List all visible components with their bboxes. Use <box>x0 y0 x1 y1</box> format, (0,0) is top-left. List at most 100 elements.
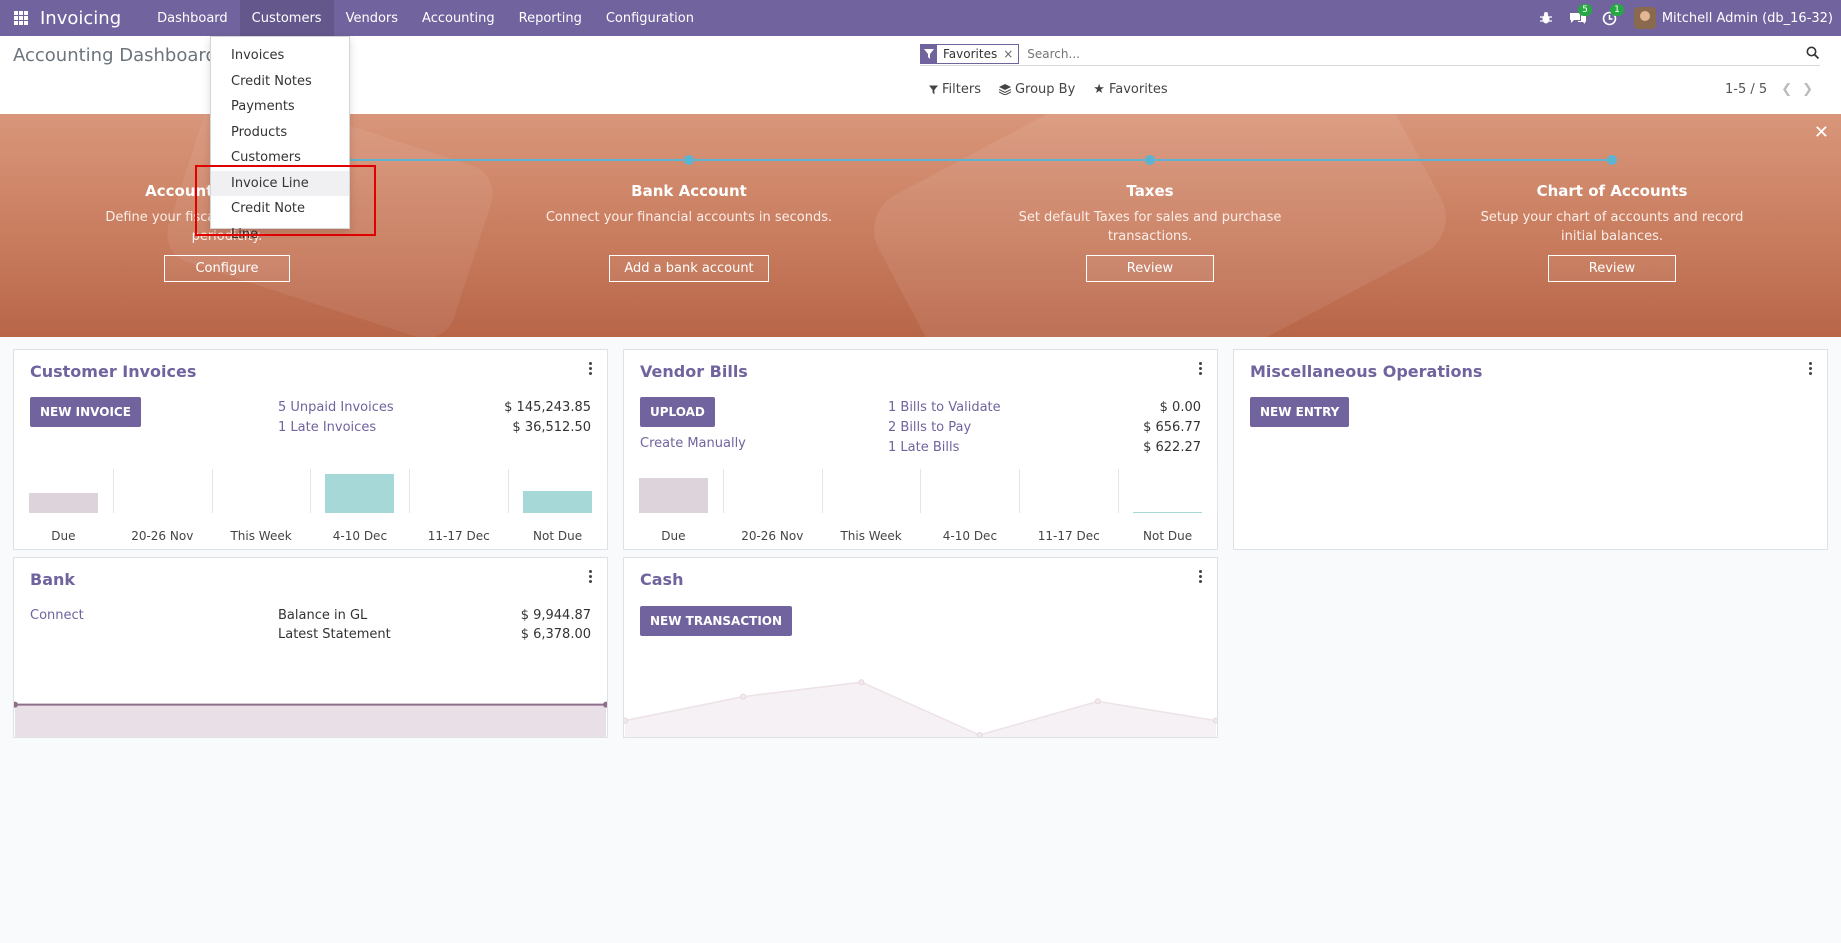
stat-link[interactable]: 5 Unpaid Invoices <box>278 400 394 415</box>
misc-operations-card: Miscellaneous Operations NEW ENTRY <box>1233 349 1828 550</box>
stat-link[interactable]: 1 Late Bills <box>888 440 959 455</box>
highlight-box <box>195 165 376 236</box>
review-taxes-button[interactable]: Review <box>1085 255 1215 282</box>
chart-tick-label: 11-17 Dec <box>1037 529 1100 543</box>
menu-vendors[interactable]: Vendors <box>334 0 410 36</box>
chart-point[interactable] <box>1094 698 1101 705</box>
search-input[interactable] <box>1025 46 1730 62</box>
group-by-button[interactable]: Group By <box>998 82 1075 97</box>
chart-point[interactable] <box>603 701 608 708</box>
chart-bar[interactable] <box>522 491 593 513</box>
menu-configuration[interactable]: Configuration <box>594 0 706 36</box>
stat-balance-gl: Balance in GL $ 9,944.87 <box>278 608 591 623</box>
chart-column <box>113 469 213 513</box>
chart-bar[interactable] <box>638 477 708 513</box>
layers-icon <box>998 84 1011 95</box>
card-title[interactable]: Cash <box>640 570 683 589</box>
step-bank-account: Bank Account Connect your financial acco… <box>539 182 839 282</box>
pager: 1-5 / 5 ❮ ❯ <box>1725 82 1813 97</box>
chart-bar[interactable] <box>325 473 395 513</box>
kebab-menu-icon[interactable] <box>589 570 593 585</box>
star-icon: ★ <box>1093 82 1105 97</box>
messages-icon[interactable]: 5 <box>1562 0 1594 36</box>
chart-bar[interactable] <box>28 493 98 513</box>
chart-point[interactable] <box>976 732 983 738</box>
chart-point[interactable] <box>14 701 18 708</box>
cash-line-chart[interactable] <box>624 665 1217 737</box>
chart-tick-label: 4-10 Dec <box>942 529 998 543</box>
search-bar: Favorites × <box>920 43 1820 66</box>
favorites-button[interactable]: ★ Favorites <box>1093 82 1167 97</box>
messages-count-badge: 5 <box>1578 4 1592 16</box>
filters-button[interactable]: Filters <box>929 82 981 97</box>
menu-customers[interactable]: Customers <box>239 0 334 36</box>
debug-bug-icon[interactable] <box>1530 0 1562 36</box>
search-options: Filters Group By ★ Favorites <box>929 82 1168 97</box>
bills-bar-chart[interactable]: Due 20-26 Nov This Week 4-10 Dec 11-17 Dec No… <box>624 469 1218 549</box>
stat-amount: $ 622.27 <box>1143 440 1201 455</box>
stat-link[interactable]: 1 Late Invoices <box>278 420 376 435</box>
stat-late-invoices: 1 Late Invoices $ 36,512.50 <box>278 420 591 435</box>
chart-tick-label: 4-10 Dec <box>332 529 388 543</box>
pager-next-icon[interactable]: ❯ <box>1802 82 1813 97</box>
step-description: Connect your financial accounts in secon… <box>545 210 833 225</box>
pager-previous-icon[interactable]: ❮ <box>1781 82 1792 97</box>
chart-tick-label: Due <box>51 529 76 543</box>
chart-column <box>822 469 922 513</box>
customer-invoices-card: Customer Invoices NEW INVOICE 5 Unpaid I… <box>13 349 608 550</box>
filters-label: Filters <box>942 82 981 97</box>
user-menu[interactable]: Mitchell Admin (db_16-32) <box>1662 11 1833 26</box>
dropdown-item-credit-notes[interactable]: Credit Notes <box>211 69 349 95</box>
chart-area <box>625 682 1216 737</box>
invoices-bar-chart[interactable]: Due 20-26 Nov This Week 4-10 Dec 11-17 Dec No… <box>14 469 608 549</box>
new-invoice-button[interactable]: NEW INVOICE <box>30 397 141 427</box>
dropdown-item-products[interactable]: Products <box>211 120 349 146</box>
new-transaction-button[interactable]: NEW TRANSACTION <box>640 606 793 636</box>
kebab-menu-icon[interactable] <box>1199 570 1203 585</box>
activities-clock-icon[interactable]: 1 <box>1594 0 1626 36</box>
step-description: Setup your chart of accounts and record … <box>1480 210 1744 244</box>
kebab-menu-icon[interactable] <box>1809 362 1813 377</box>
chart-point[interactable] <box>740 693 747 700</box>
search-icon[interactable] <box>1806 45 1820 64</box>
review-chart-of-accounts-button[interactable]: Review <box>1547 255 1677 282</box>
upload-button[interactable]: UPLOAD <box>640 397 715 427</box>
kebab-menu-icon[interactable] <box>1199 362 1203 377</box>
card-title[interactable]: Bank <box>30 570 75 589</box>
card-title[interactable]: Miscellaneous Operations <box>1250 362 1482 381</box>
chart-point[interactable] <box>624 717 628 724</box>
add-bank-account-button[interactable]: Add a bank account <box>609 255 769 282</box>
create-manually-link[interactable]: Create Manually <box>640 436 746 451</box>
chart-point[interactable] <box>858 679 865 686</box>
menu-reporting[interactable]: Reporting <box>507 0 594 36</box>
stat-link[interactable]: 2 Bills to Pay <box>888 420 971 435</box>
chart-area <box>15 704 606 737</box>
user-avatar[interactable] <box>1633 7 1656 29</box>
stat-bills-to-pay: 2 Bills to Pay $ 656.77 <box>888 420 1201 435</box>
banner-close-icon[interactable]: ✕ <box>1814 122 1829 143</box>
facet-remove-icon[interactable]: × <box>1003 47 1018 61</box>
chart-column <box>212 469 312 513</box>
kebab-menu-icon[interactable] <box>589 362 593 377</box>
card-title[interactable]: Vendor Bills <box>640 362 748 381</box>
stat-amount: $ 9,944.87 <box>520 608 591 623</box>
chart-tick-label: 11-17 Dec <box>427 529 490 543</box>
apps-menu-icon[interactable] <box>14 11 28 25</box>
pager-value[interactable]: 1-5 / 5 <box>1725 82 1767 97</box>
dropdown-item-invoices[interactable]: Invoices <box>211 43 349 69</box>
chart-column <box>723 469 823 513</box>
menu-accounting[interactable]: Accounting <box>410 0 507 36</box>
chart-bar[interactable] <box>1132 512 1203 514</box>
connect-link[interactable]: Connect <box>30 608 84 623</box>
new-entry-button[interactable]: NEW ENTRY <box>1250 397 1350 427</box>
main-menu: Dashboard Customers Vendors Accounting R… <box>145 0 706 36</box>
menu-dashboard[interactable]: Dashboard <box>145 0 240 36</box>
stat-link[interactable]: 1 Bills to Validate <box>888 400 1001 415</box>
card-title[interactable]: Customer Invoices <box>30 362 196 381</box>
chart-point[interactable] <box>1213 717 1218 724</box>
configure-button[interactable]: Configure <box>164 255 290 282</box>
bank-area-chart[interactable] <box>14 693 607 737</box>
app-brand[interactable]: Invoicing <box>40 8 121 29</box>
dropdown-item-payments[interactable]: Payments <box>211 94 349 120</box>
page-title: Accounting Dashboard <box>13 45 217 66</box>
